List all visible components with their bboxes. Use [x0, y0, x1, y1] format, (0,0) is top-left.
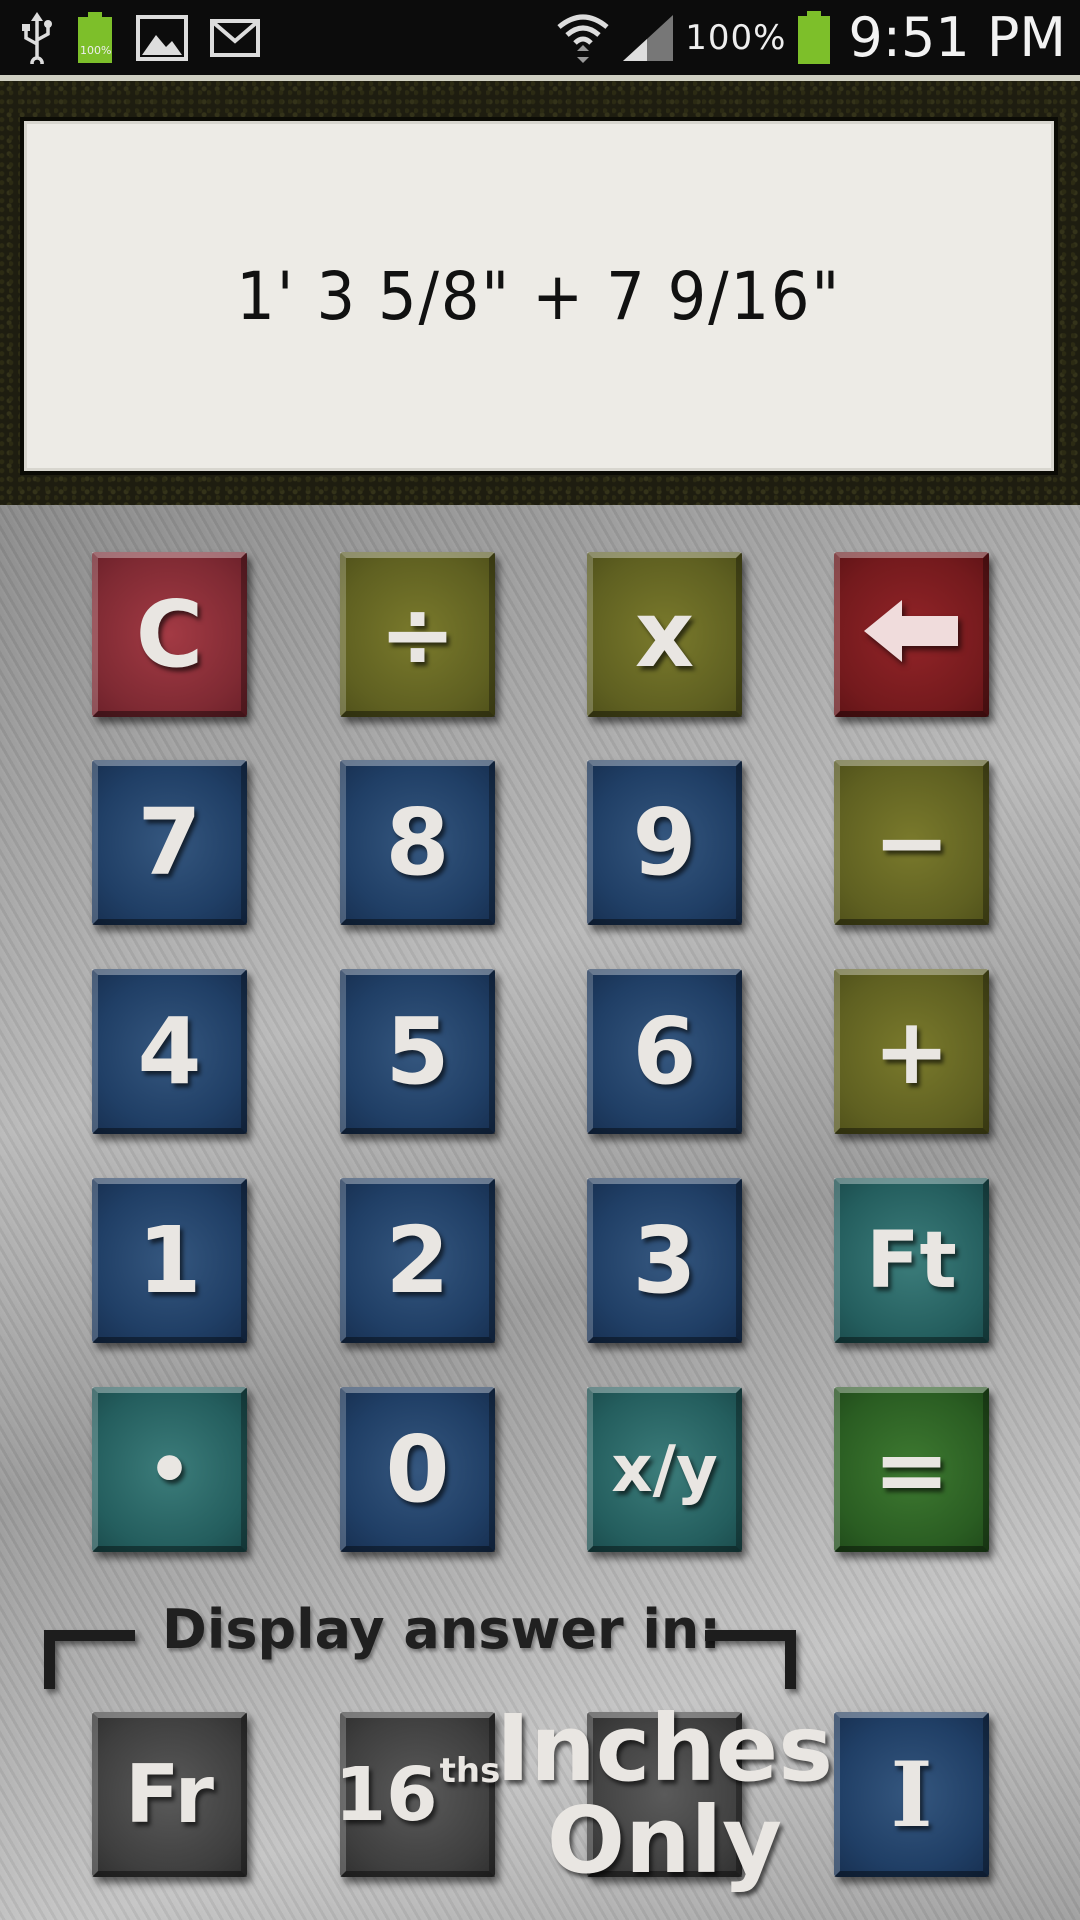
sixteenths-suffix: ths — [439, 1750, 501, 1791]
plus-button[interactable]: + — [834, 969, 989, 1134]
gmail-icon — [210, 18, 260, 57]
divide-button[interactable]: ÷ — [340, 552, 495, 717]
digit-8-label: 8 — [385, 788, 450, 896]
digit-6-label: 6 — [632, 997, 697, 1105]
decimal-point-button[interactable]: • — [92, 1387, 247, 1552]
digit-4-button[interactable]: 4 — [92, 969, 247, 1134]
fraction-label: x/y — [611, 1432, 718, 1507]
fraction-format-button[interactable]: Fr — [92, 1712, 247, 1877]
fraction-button[interactable]: x/y — [587, 1387, 742, 1552]
display-frame: 1' 3 5/8" + 7 9/16" — [0, 75, 1080, 505]
plus-label: + — [872, 997, 951, 1105]
digit-1-label: 1 — [137, 1206, 202, 1314]
digit-1-button[interactable]: 1 — [92, 1178, 247, 1343]
equals-label: = — [872, 1415, 951, 1523]
signal-icon — [621, 13, 675, 63]
battery-percent: 100% — [685, 17, 787, 58]
clear-button[interactable]: C — [92, 552, 247, 717]
digit-3-label: 3 — [632, 1206, 697, 1314]
right-bracket-decoration — [705, 1630, 796, 1689]
decimal-point-label: • — [147, 1428, 192, 1511]
feet-label: Ft — [866, 1215, 957, 1306]
digit-8-button[interactable]: 8 — [340, 760, 495, 925]
sixteenths-format-button[interactable]: 16ths — [335, 1712, 500, 1877]
feet-button[interactable]: Ft — [834, 1178, 989, 1343]
digit-3-button[interactable]: 3 — [587, 1178, 742, 1343]
digit-5-button[interactable]: 5 — [340, 969, 495, 1134]
backspace-arrow-icon — [862, 589, 962, 681]
inches-only-line1: Inches — [496, 1694, 833, 1802]
fraction-format-label: Fr — [125, 1747, 214, 1841]
minus-label: − — [872, 788, 951, 896]
clock: 9:51 PM — [848, 6, 1066, 69]
wifi-icon — [555, 11, 611, 65]
usb-icon — [20, 11, 54, 64]
clear-label: C — [135, 580, 204, 688]
equals-button[interactable]: = — [834, 1387, 989, 1552]
status-bar: 100% 100% 9:51 PM — [0, 0, 1080, 75]
left-bracket-decoration — [44, 1630, 135, 1689]
inches-only-format-label: Inches Only — [496, 1702, 833, 1887]
backspace-button[interactable] — [834, 552, 989, 717]
digit-9-button[interactable]: 9 — [587, 760, 742, 925]
digit-6-button[interactable]: 6 — [587, 969, 742, 1134]
battery-icon: 100% — [76, 11, 114, 65]
multiply-button[interactable]: x — [587, 552, 742, 717]
multiply-label: x — [634, 580, 695, 688]
i-format-button[interactable]: I — [834, 1712, 989, 1877]
battery-small-label: 100% — [80, 43, 112, 57]
display-expression: 1' 3 5/8" + 7 9/16" — [236, 257, 842, 335]
sixteenths-format-label: 16ths — [335, 1754, 501, 1832]
sixteenths-number: 16 — [334, 1751, 438, 1838]
divide-label: ÷ — [378, 580, 457, 688]
i-format-label: I — [890, 1741, 933, 1848]
gallery-icon — [136, 14, 188, 61]
digit-2-button[interactable]: 2 — [340, 1178, 495, 1343]
minus-button[interactable]: − — [834, 760, 989, 925]
digit-2-label: 2 — [385, 1206, 450, 1314]
digit-9-label: 9 — [632, 788, 697, 896]
inches-only-format-button[interactable]: Inches Only — [496, 1702, 833, 1886]
digit-7-label: 7 — [137, 788, 202, 896]
digit-5-label: 5 — [385, 997, 450, 1105]
inches-only-line2: Only — [546, 1786, 783, 1894]
digit-0-button[interactable]: 0 — [340, 1387, 495, 1552]
digit-7-button[interactable]: 7 — [92, 760, 247, 925]
battery-icon — [796, 10, 832, 66]
digit-0-label: 0 — [385, 1415, 450, 1523]
display-screen: 1' 3 5/8" + 7 9/16" — [24, 121, 1054, 471]
digit-4-label: 4 — [137, 997, 202, 1105]
display-answer-section: Display answer in: — [44, 1598, 796, 1689]
display-answer-label: Display answer in: — [162, 1598, 721, 1661]
